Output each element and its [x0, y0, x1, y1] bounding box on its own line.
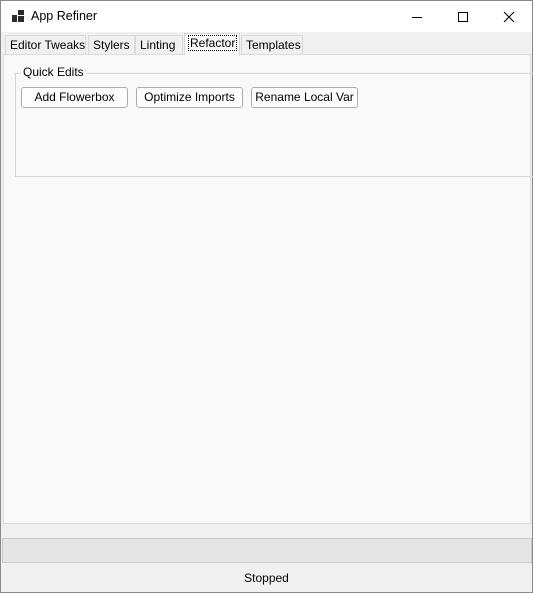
group-title: Quick Edits	[21, 65, 86, 79]
status-text: Stopped	[244, 571, 289, 585]
tab-strip: Editor Tweaks Stylers Linting Refactor T…	[1, 32, 532, 56]
tab-stylers[interactable]: Stylers	[88, 35, 135, 55]
tab-label: Linting	[140, 38, 176, 52]
minimize-icon	[412, 16, 422, 18]
tab-label: Stylers	[93, 38, 130, 52]
refactor-tab-page: Quick Edits	[3, 54, 533, 524]
close-button[interactable]	[486, 1, 532, 32]
app-window: App Refiner Editor Tweaks Stylers Lintin…	[0, 0, 533, 593]
tab-editor-tweaks[interactable]: Editor Tweaks	[5, 35, 86, 55]
add-flowerbox-button[interactable]: Add Flowerbox	[21, 87, 128, 108]
tab-refactor[interactable]: Refactor	[184, 33, 240, 55]
app-window-icon	[12, 10, 24, 22]
close-icon	[503, 11, 515, 22]
tab-linting[interactable]: Linting	[135, 35, 183, 55]
rename-local-var-button[interactable]: Rename Local Var	[251, 87, 358, 108]
bottom-panel	[2, 538, 532, 563]
maximize-icon	[458, 11, 468, 22]
tab-label: Templates	[246, 38, 301, 52]
tab-label: Editor Tweaks	[10, 38, 86, 52]
maximize-button[interactable]	[440, 1, 486, 32]
tab-label: Refactor	[187, 35, 238, 51]
status-bar: Stopped	[1, 564, 532, 592]
window-title: App Refiner	[31, 9, 98, 23]
minimize-button[interactable]	[394, 1, 440, 32]
title-bar[interactable]: App Refiner	[1, 1, 532, 32]
optimize-imports-button[interactable]: Optimize Imports	[136, 87, 243, 108]
tab-templates[interactable]: Templates	[241, 35, 303, 55]
